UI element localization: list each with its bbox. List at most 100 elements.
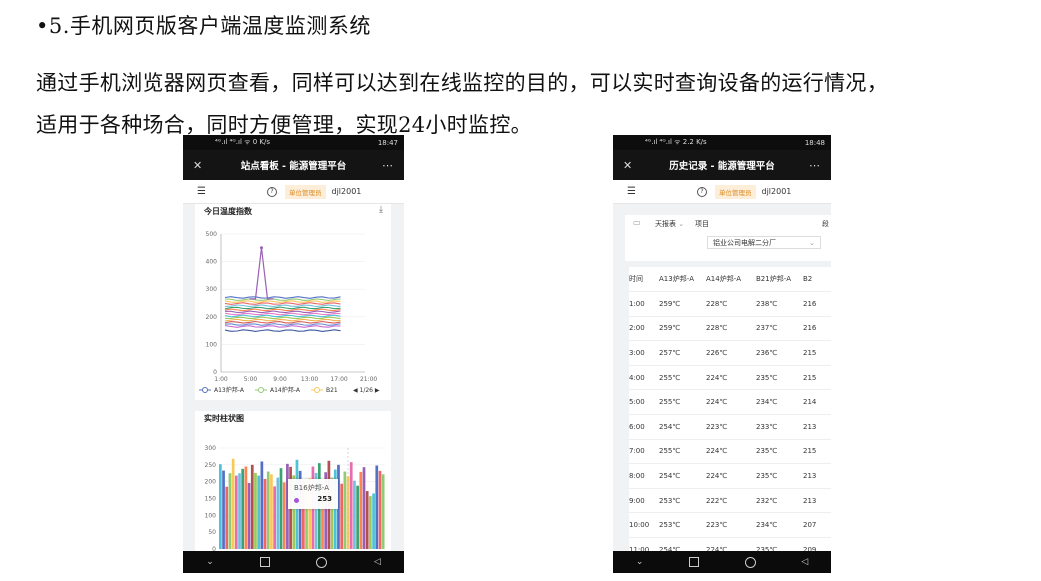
- more-icon[interactable]: ⋯: [809, 159, 821, 172]
- table-cell: 10:00: [629, 521, 650, 530]
- tooltip-label: B16炉邦-A: [294, 484, 330, 492]
- table-row: 5:00 255℃ 224℃ 234℃ 214: [629, 390, 831, 415]
- bar: [260, 461, 264, 549]
- table-cell: 2:00: [629, 324, 645, 333]
- nav-recent-icon[interactable]: [688, 557, 699, 567]
- nav-back-icon[interactable]: ◁: [374, 557, 381, 567]
- table-cell: 234℃: [756, 521, 778, 530]
- filter-panel: ▭ 天报表 ⌄ 项目 铝业公司电解二分厂 ⌄ 段: [625, 215, 831, 261]
- spike-point: [259, 246, 263, 250]
- table-cell: 207: [803, 521, 817, 530]
- table-cell: 235℃: [756, 373, 778, 382]
- table-cell: 254℃: [659, 422, 681, 431]
- project-label: 项目: [695, 220, 709, 228]
- bar: [228, 473, 232, 549]
- bar: [282, 482, 286, 549]
- y-tick-label: 0: [213, 369, 217, 376]
- series-line: [224, 329, 341, 332]
- legend-label: B21: [326, 387, 338, 394]
- table-cell: 254℃: [659, 471, 681, 480]
- table-row: 8:00 254℃ 224℃ 235℃ 213: [629, 464, 831, 489]
- series-line: [224, 318, 341, 322]
- table-cell: 8:00: [629, 471, 645, 480]
- calendar-icon[interactable]: ▭: [633, 218, 641, 227]
- table-cell: 257℃: [659, 348, 681, 357]
- table-cell: 234℃: [756, 398, 778, 407]
- series-line: [224, 296, 341, 299]
- table-cell: 224℃: [706, 398, 728, 407]
- bar: [353, 480, 356, 549]
- line-chart-card: 今日温度指数 ⤓ 0 100 200 300 400 500 1:00 5:00 9:00 13:…: [195, 204, 391, 400]
- table-row: 10:00 253℃ 223℃ 234℃ 207: [629, 513, 831, 538]
- bar: [340, 483, 344, 549]
- table-cell: 9:00: [629, 496, 645, 505]
- table-cell: 6:00: [629, 422, 645, 431]
- table-header-row: 时间 A13炉邦-A A14炉邦-A B21炉邦-A B2: [629, 267, 831, 292]
- table-header-cell: 时间: [629, 275, 643, 283]
- table-cell: 222℃: [706, 496, 728, 505]
- legend-marker: [202, 387, 208, 393]
- menu-icon[interactable]: ☰: [197, 186, 267, 197]
- status-bar: ⁴ᴳ.ıl ⁴ᴳ.ıl ᯤ 0 K/s 18:47: [183, 135, 404, 150]
- nav-recent-icon[interactable]: [260, 557, 271, 567]
- menu-icon[interactable]: ☰: [627, 186, 697, 197]
- bar: [279, 468, 283, 549]
- table-cell: 232℃: [756, 496, 778, 505]
- close-icon[interactable]: ✕: [193, 159, 205, 172]
- table-cell: 213: [803, 471, 817, 480]
- table-cell: 224℃: [706, 471, 728, 480]
- bar: [250, 464, 254, 549]
- bar: [238, 473, 241, 549]
- table-cell: 5:00: [629, 398, 645, 407]
- more-icon[interactable]: ⋯: [382, 159, 394, 172]
- help-icon[interactable]: ?: [267, 186, 277, 197]
- report-type-select[interactable]: 天报表 ⌄: [655, 219, 684, 229]
- series-line: [224, 316, 341, 320]
- status-time: 18:47: [377, 138, 398, 147]
- bar: [365, 491, 369, 549]
- x-tick-label: 17:00: [330, 376, 347, 383]
- series-line: [224, 308, 341, 312]
- help-icon[interactable]: ?: [697, 186, 707, 197]
- table-cell: 228℃: [706, 324, 728, 333]
- table-row: 6:00 254℃ 223℃ 233℃ 213: [629, 415, 831, 440]
- table-row: 3:00 257℃ 226℃ 236℃ 215: [629, 341, 831, 366]
- close-icon[interactable]: ✕: [623, 159, 635, 172]
- status-time: 18:48: [804, 138, 825, 147]
- user-bar: ☰ ? 单位管理员 djl2001: [183, 180, 404, 204]
- legend-page: ◀ 1/26 ▶: [353, 387, 380, 394]
- nav-down-icon[interactable]: ⌄: [636, 557, 644, 567]
- table-cell: 259℃: [659, 299, 681, 308]
- status-signal: ⁴ᴳ.ıl ⁴ᴳ.ıl ᯤ 2.2 K/s: [645, 138, 707, 146]
- y-tick-label: 500: [206, 231, 218, 238]
- y-tick-label: 400: [206, 259, 218, 266]
- nav-home-icon[interactable]: [744, 556, 756, 568]
- table-cell: 224℃: [706, 373, 728, 382]
- role-badge: 单位管理员: [715, 184, 756, 199]
- bar: [244, 466, 248, 549]
- bar: [356, 485, 359, 549]
- series-line: [225, 310, 341, 314]
- title-bar: ✕ 站点看板 - 能源管理平台 ⋯: [183, 150, 404, 180]
- table-cell: 238℃: [756, 299, 778, 308]
- table-row: 4:00 255℃ 224℃ 235℃ 215: [629, 366, 831, 391]
- bar: [219, 464, 222, 549]
- table-cell: 236℃: [756, 348, 778, 357]
- table-cell: 235℃: [756, 471, 778, 480]
- y-tick-label: 200: [206, 314, 218, 321]
- history-table: 时间 A13炉邦-A A14炉邦-A B21炉邦-A B2 1:00 259℃ 228℃ 238…: [629, 267, 831, 563]
- nav-down-icon[interactable]: ⌄: [206, 557, 214, 567]
- doc-paragraph-line-1: 通过手机浏览器网页查看，同样可以达到在线监控的目的，可以实时查询设备的运行情况，: [36, 71, 888, 95]
- table-cell: 253℃: [659, 521, 681, 530]
- table-cell: 259℃: [659, 324, 681, 333]
- table-header-cell: A13炉邦-A: [659, 275, 695, 283]
- tooltip-dot: [294, 498, 299, 503]
- table-header-cell: B21炉邦-A: [756, 275, 792, 283]
- project-select[interactable]: 铝业公司电解二分厂 ⌄: [707, 236, 821, 249]
- table-cell: 228℃: [706, 299, 728, 308]
- nav-back-icon[interactable]: ◁: [801, 557, 808, 567]
- chevron-down-icon: ⌄: [809, 239, 815, 247]
- table-cell: 223℃: [706, 422, 728, 431]
- table-cell: 224℃: [706, 447, 728, 456]
- nav-home-icon[interactable]: [316, 556, 328, 568]
